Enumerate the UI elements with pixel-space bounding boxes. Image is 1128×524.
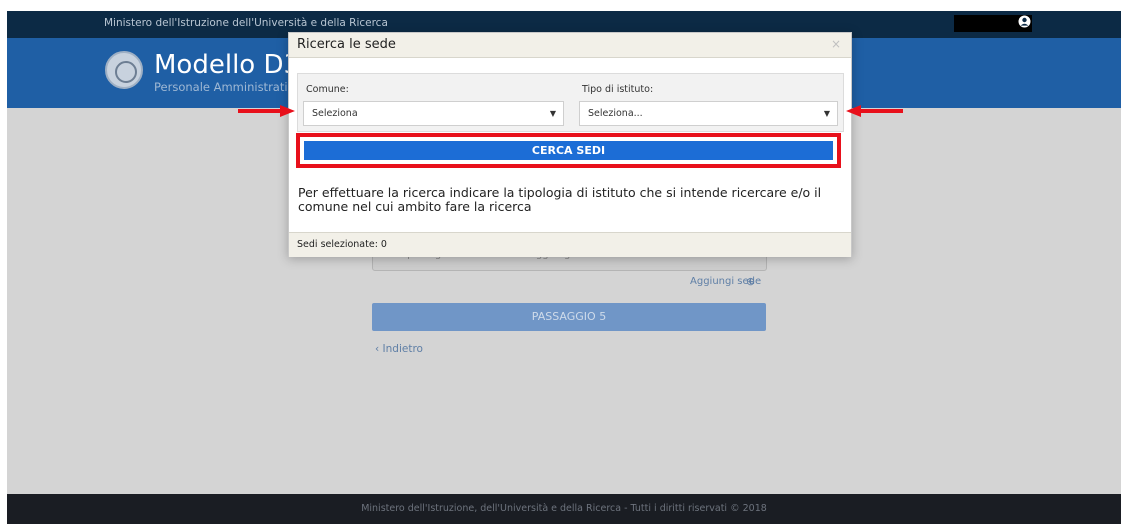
arrow-left-annotation-icon: [846, 105, 903, 117]
page-subtitle: Personale Amministrativo: [154, 80, 302, 94]
user-circle-icon[interactable]: [1018, 15, 1031, 28]
footer-text: Ministero dell'Istruzione, dell'Universi…: [361, 503, 767, 514]
chevron-left-icon: ‹: [375, 343, 383, 355]
filter-area: Comune: Seleziona ▼ Tipo di istituto: Se…: [297, 73, 844, 132]
tipo-istituto-select-value: Seleziona...: [588, 108, 643, 119]
site-footer: Ministero dell'Istruzione, dell'Universi…: [7, 494, 1121, 524]
plus-circle-icon[interactable]: ⊕: [746, 275, 755, 288]
close-icon[interactable]: ×: [831, 37, 841, 51]
caret-down-icon: ▼: [823, 109, 830, 118]
ministero-link[interactable]: Ministero dell'Istruzione dell'Universit…: [104, 17, 388, 29]
search-button-highlight: CERCA SEDI: [296, 133, 841, 168]
tipo-istituto-label: Tipo di istituto:: [582, 84, 654, 95]
back-link-label: Indietro: [382, 343, 423, 355]
modal-footer: Sedi selezionate: 0: [289, 232, 851, 257]
search-instructions: Per effettuare la ricerca indicare la ti…: [298, 185, 822, 214]
modal-header: Ricerca le sede ×: [289, 33, 851, 58]
arrow-right-annotation-icon: [238, 105, 295, 117]
step-5-button[interactable]: PASSAGGIO 5: [372, 303, 766, 331]
search-sede-modal: Ricerca le sede × Comune: Seleziona ▼ Ti…: [288, 32, 852, 257]
selected-sedi-count: Sedi selezionate: 0: [297, 239, 387, 250]
comune-select-value: Seleziona: [312, 108, 358, 119]
back-link[interactable]: ‹ Indietro: [375, 343, 423, 355]
page-title: Modello D3: [154, 50, 301, 80]
comune-label: Comune:: [306, 84, 349, 95]
comune-select[interactable]: Seleziona ▼: [303, 101, 564, 126]
caret-down-icon: ▼: [549, 109, 556, 118]
republic-emblem-icon: [105, 51, 143, 89]
modal-title: Ricerca le sede: [297, 37, 396, 52]
cerca-sedi-button[interactable]: CERCA SEDI: [304, 141, 833, 160]
tipo-istituto-select[interactable]: Seleziona... ▼: [579, 101, 838, 126]
